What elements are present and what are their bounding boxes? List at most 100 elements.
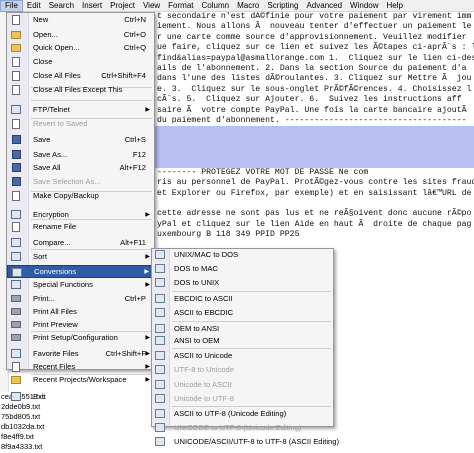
file-menu-item-print-preview[interactable]: Print Preview xyxy=(7,318,154,331)
submenu-arrow-icon: ▶ xyxy=(145,335,150,341)
file-menu-item-print-all-files[interactable]: Print All Files xyxy=(7,305,154,318)
conversion-item-dos-to-unix[interactable]: DOS to UNIX xyxy=(152,276,333,289)
file-menu-item-make-copy-backup[interactable]: Make Copy/Backup xyxy=(7,189,154,202)
editor-line: cette adresse ne sont pas lus et ne reÃ§… xyxy=(157,209,472,219)
menu-item-label: Save Selection As... xyxy=(33,177,101,186)
recent-projects-icon xyxy=(11,375,21,384)
menu-item-label: Special Functions xyxy=(33,280,93,289)
file-menu-item-save[interactable]: Save Ctrl+S xyxy=(7,133,154,146)
file-menu-item-save-as[interactable]: Save As... F12 xyxy=(7,148,154,161)
file-menu-item-exit[interactable]: Exit xyxy=(7,390,154,403)
save-as-icon xyxy=(11,150,21,159)
menu-search[interactable]: Search xyxy=(45,0,78,12)
file-menu-item-compare[interactable]: Compare... Alt+F11 xyxy=(7,236,154,249)
editor-line: du paiement d'abonnement. --------------… xyxy=(157,115,467,125)
file-menu-item-rename-file[interactable]: Rename File xyxy=(7,220,154,233)
menu-item-shortcut: Ctrl+P xyxy=(124,294,146,303)
menu-item-shortcut: Ctrl+O xyxy=(123,30,146,39)
conversion-item-ascii-to-utf-8-unicode-editing[interactable]: ASCII to UTF-8 (Unicode Editing) xyxy=(152,407,333,420)
menu-item-label: Save All xyxy=(33,163,61,172)
file-list-item[interactable]: 75bd805.txt xyxy=(0,412,48,422)
menu-insert[interactable]: Insert xyxy=(78,0,106,12)
special-functions-icon xyxy=(11,280,21,289)
conversion-item-unicode-ascii-utf-8-to-utf-8-ascii-editing[interactable]: UNICODE/ASCII/UTF-8 to UTF-8 (ASCII Edit… xyxy=(152,435,339,448)
file-list-item[interactable]: db1032da.txt xyxy=(0,422,48,432)
file-list-item[interactable]: 2dde0b9.txt xyxy=(0,402,48,412)
rename-icon xyxy=(11,221,21,232)
revert-icon xyxy=(11,118,21,129)
file-menu-item-print-setup-configuration[interactable]: Print Setup/Configuration ▶ xyxy=(7,331,154,344)
conversion-icon xyxy=(155,380,165,389)
menu-edit[interactable]: Edit xyxy=(23,0,45,12)
menu-window[interactable]: Window xyxy=(346,0,382,12)
file-menu-item-close-all-files[interactable]: Close All Files Ctrl+Shift+F4 xyxy=(7,69,154,82)
file-menu-item-new[interactable]: New Ctrl+N xyxy=(7,13,154,26)
conversion-item-ascii-to-ebcdic[interactable]: ASCII to EBCDIC xyxy=(152,306,333,319)
editor-line: dans l'une des listes dÃ©roulantes. 3. C… xyxy=(157,74,472,84)
menu-column[interactable]: Column xyxy=(198,0,234,12)
menu-file[interactable]: File xyxy=(0,0,23,12)
conversion-item-dos-to-mac[interactable]: DOS to MAC xyxy=(152,262,333,275)
file-menu-item-favorite-files[interactable]: Favorite Files Ctrl+Shift+F ▶ xyxy=(7,347,154,360)
submenu-item-label: UNIX/MAC to DOS xyxy=(174,250,239,259)
file-menu-item-ftp-telnet[interactable]: FTP/Telnet ▶ xyxy=(7,103,154,116)
conversion-icon xyxy=(155,324,165,333)
menu-item-label: Recent Files xyxy=(33,362,76,371)
conversion-item-ascii-to-unicode[interactable]: ASCII to Unicode xyxy=(152,349,333,362)
editor-line: e. 3. Cliquez sur le sous-onglet PrÃ©fÃ©… xyxy=(157,84,472,94)
menu-item-label: Close All Files Except This xyxy=(33,85,123,94)
submenu-item-label: DOS to MAC xyxy=(174,264,218,273)
file-menu-item-save-all[interactable]: Save All Alt+F12 xyxy=(7,161,154,174)
conversion-icon xyxy=(155,308,165,317)
menu-item-label: Rename File xyxy=(33,222,77,231)
quick-open-icon xyxy=(11,43,21,52)
menu-macro[interactable]: Macro xyxy=(233,0,263,12)
menu-item-label: FTP/Telnet xyxy=(33,105,70,114)
conversion-item-ebcdic-to-ascii[interactable]: EBCDIC to ASCII xyxy=(152,292,333,305)
file-menu-item-conversions[interactable]: Conversions ▶ xyxy=(7,265,154,278)
file-menu-item-recent-projects-workspace[interactable]: Recent Projects/Workspace ▶ xyxy=(7,373,154,386)
menu-view[interactable]: View xyxy=(139,0,164,12)
editor-line: ue faire, cliquez sur ce lien et suivez … xyxy=(157,43,474,53)
menu-item-label: Recent Projects/Workspace xyxy=(33,375,127,384)
menu-item-shortcut: Ctrl+Q xyxy=(123,43,146,52)
menu-format[interactable]: Format xyxy=(164,0,197,12)
editor-line: et Explorer ou Firefox, par exemple) et … xyxy=(157,188,472,198)
menu-item-shortcut: Alt+F11 xyxy=(120,238,146,247)
menu-project[interactable]: Project xyxy=(106,0,139,12)
menu-item-label: New xyxy=(33,15,49,24)
file-menu-item-save-selection-as: Save Selection As... xyxy=(7,175,154,188)
submenu-arrow-icon: ▶ xyxy=(145,107,150,113)
menu-item-label: Close xyxy=(33,57,53,66)
menu-item-label: Quick Open... xyxy=(33,43,80,52)
editor-line xyxy=(155,157,474,168)
menu-help[interactable]: Help xyxy=(383,0,407,12)
conversion-icon xyxy=(155,423,165,432)
menu-item-label: Encryption xyxy=(33,210,69,219)
conversion-icon xyxy=(155,250,165,259)
file-list-item[interactable]: 8f9a4333.txt xyxy=(0,442,48,452)
submenu-item-label: Unicode to ASCII xyxy=(174,380,232,389)
lock-icon xyxy=(11,210,21,219)
backup-icon xyxy=(11,190,21,201)
menu-scripting[interactable]: Scripting xyxy=(263,0,302,12)
file-menu-item-open[interactable]: Open... Ctrl+O xyxy=(7,28,154,41)
file-menu-item-close[interactable]: Close xyxy=(7,55,154,68)
editor-line: uxembourg B 118 349 PPID PP25 xyxy=(157,230,300,240)
menu-advanced[interactable]: Advanced xyxy=(302,0,346,12)
conversion-icon xyxy=(155,437,165,446)
file-menu-item-print[interactable]: Print... Ctrl+P xyxy=(7,292,154,305)
conversion-item-ansi-to-oem[interactable]: ANSI to OEM xyxy=(152,334,333,347)
submenu-item-label: UNICODE to UTF-8 (Unicode Editing) xyxy=(174,423,302,432)
file-list-item[interactable]: f8e4ff9.txt xyxy=(0,432,48,442)
recent-files-icon xyxy=(11,361,21,372)
file-menu-item-quick-open[interactable]: Quick Open... Ctrl+Q xyxy=(7,41,154,54)
file-menu-item-recent-files[interactable]: Recent Files ▶ xyxy=(7,360,154,373)
file-menu-item-special-functions[interactable]: Special Functions ▶ xyxy=(7,278,154,291)
file-menu-item-sort[interactable]: Sort ▶ xyxy=(7,250,154,263)
file-menu-item-close-all-files-except-this[interactable]: Close All Files Except This xyxy=(7,83,154,96)
menu-item-label: Sort xyxy=(33,252,47,261)
print-preview-icon xyxy=(11,320,21,329)
conversion-item-unix-mac-to-dos[interactable]: UNIX/MAC to DOS xyxy=(152,248,333,261)
submenu-arrow-icon: ▶ xyxy=(145,364,150,370)
